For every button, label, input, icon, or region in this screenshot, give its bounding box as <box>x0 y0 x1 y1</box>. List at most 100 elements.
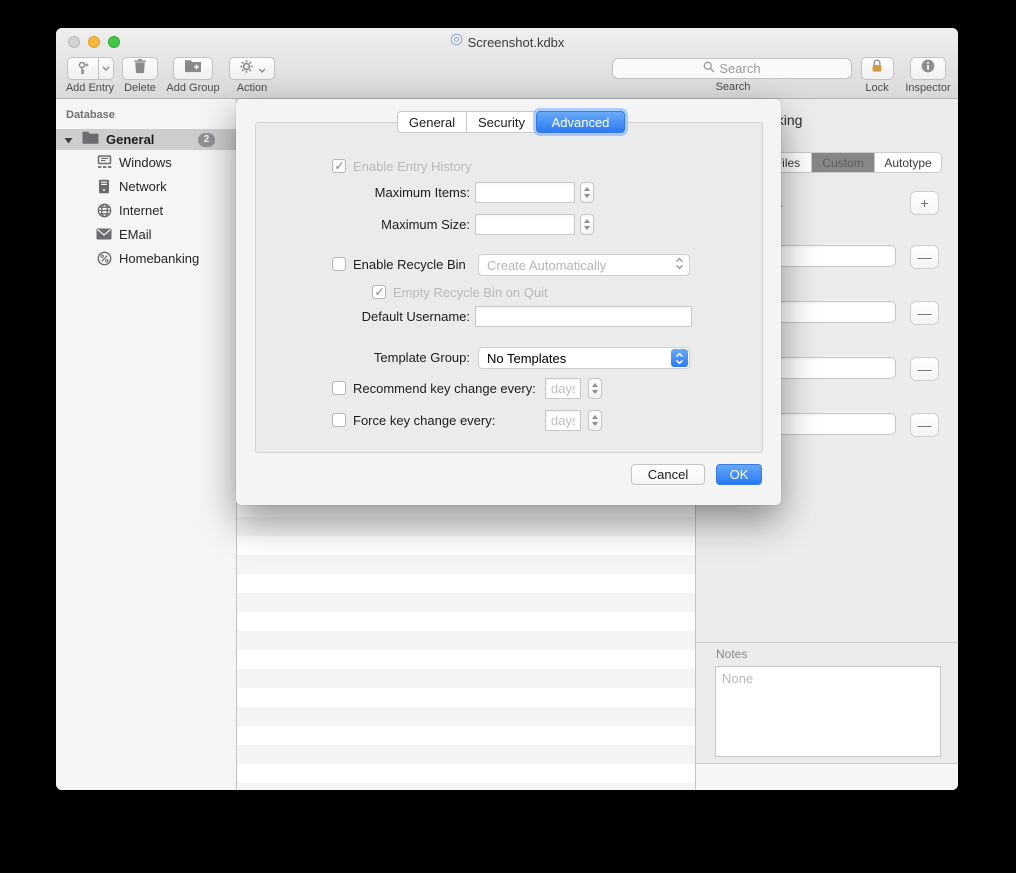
popup-value: No Templates <box>479 351 671 366</box>
tab-advanced[interactable]: Advanced <box>536 111 625 133</box>
add-entry-label: Add Entry <box>66 82 114 94</box>
search-placeholder: Search <box>719 61 760 76</box>
tab-security[interactable]: Security <box>466 111 536 133</box>
maximum-items-stepper[interactable] <box>580 182 594 203</box>
cancel-button[interactable]: Cancel <box>631 464 705 485</box>
force-key-change-checkbox[interactable] <box>332 413 346 427</box>
add-group-label: Add Group <box>166 82 219 94</box>
force-days-input[interactable] <box>545 410 581 431</box>
maximum-size-stepper[interactable] <box>580 214 594 235</box>
inspector-label: Inspector <box>905 82 950 94</box>
template-group-popup[interactable]: No Templates <box>478 347 690 369</box>
inspector-footer <box>696 764 958 790</box>
disclosure-triangle-icon[interactable] <box>64 131 73 149</box>
action-label: Action <box>237 82 268 94</box>
key-plus-icon[interactable] <box>67 57 99 80</box>
sidebar-item-homebanking[interactable]: Homebanking <box>56 246 236 270</box>
action-tool: Action <box>228 57 276 94</box>
recommend-key-change-checkbox[interactable] <box>332 381 346 395</box>
remove-field-button[interactable]: — <box>910 245 939 269</box>
enable-entry-history-checkbox[interactable] <box>332 159 346 173</box>
chevron-down-icon <box>258 60 266 78</box>
gear-icon <box>239 59 254 79</box>
sidebar-item-windows[interactable]: Windows <box>56 150 236 174</box>
delete-tool: Delete <box>120 57 160 94</box>
sidebar-item-network[interactable]: Network <box>56 174 236 198</box>
search-icon <box>703 60 715 78</box>
enable-entry-history-label: Enable Entry History <box>353 159 472 174</box>
windows-icon <box>95 155 113 169</box>
enable-recycle-bin-checkbox[interactable] <box>332 257 346 271</box>
folder-plus-icon <box>184 59 202 78</box>
sidebar-header: Database <box>56 99 236 121</box>
sidebar-item-email[interactable]: EMail <box>56 222 236 246</box>
email-icon <box>95 228 113 240</box>
dialog-tabs: General Security Advanced <box>397 111 625 133</box>
inspector-tool: Inspector <box>902 57 954 94</box>
sidebar-item-general[interactable]: General 2 <box>56 129 236 150</box>
recommend-days-stepper[interactable] <box>588 378 602 399</box>
add-group-button[interactable] <box>173 57 213 80</box>
empty-recycle-bin-label: Empty Recycle Bin on Quit <box>393 285 548 300</box>
template-group-label: Template Group: <box>236 350 470 365</box>
delete-label: Delete <box>124 82 156 94</box>
maximum-items-label: Maximum Items: <box>236 185 470 200</box>
enable-recycle-bin-label: Enable Recycle Bin <box>353 257 466 272</box>
tab-general[interactable]: General <box>397 111 466 133</box>
sidebar-item-label: General <box>106 132 154 147</box>
popup-chevrons-icon <box>671 349 688 367</box>
force-days-stepper[interactable] <box>588 410 602 431</box>
sidebar-item-label: Homebanking <box>119 251 199 266</box>
maximum-items-input[interactable] <box>475 182 575 203</box>
sidebar-item-label: Internet <box>119 203 163 218</box>
action-button[interactable] <box>229 57 275 80</box>
recommend-key-change-label: Recommend key change every: <box>353 381 536 396</box>
popup-value: Create Automatically <box>479 258 675 273</box>
remove-field-button[interactable]: — <box>910 357 939 381</box>
notes-textarea[interactable] <box>715 666 941 757</box>
ok-button[interactable]: OK <box>716 464 762 485</box>
search-label: Search <box>713 81 753 93</box>
sidebar-item-label: EMail <box>119 227 152 242</box>
tab-custom[interactable]: Custom <box>812 153 875 172</box>
trash-icon <box>133 58 147 79</box>
window-title-wrap: Screenshot.kdbx <box>56 28 958 56</box>
tab-autotype[interactable]: Autotype <box>875 153 941 172</box>
inspector-button[interactable] <box>910 57 946 80</box>
empty-recycle-bin-checkbox[interactable] <box>372 285 386 299</box>
delete-button[interactable] <box>122 57 158 80</box>
remove-field-button[interactable]: — <box>910 413 939 437</box>
title-bar: Screenshot.kdbx <box>56 28 958 56</box>
sidebar-item-label: Network <box>119 179 167 194</box>
folder-icon <box>82 131 99 149</box>
lock-label: Lock <box>865 82 888 94</box>
info-icon <box>920 58 936 79</box>
database-settings-dialog: General Security Advanced Enable Entry H… <box>236 99 781 505</box>
lock-tool: Lock <box>860 57 894 94</box>
add-group-tool: Add Group <box>163 57 223 94</box>
maximum-size-input[interactable] <box>475 214 575 235</box>
default-username-input[interactable] <box>475 306 692 327</box>
sidebar: Database General 2 Windows Network Inter… <box>56 99 237 790</box>
sidebar-item-internet[interactable]: Internet <box>56 198 236 222</box>
window-title: Screenshot.kdbx <box>468 35 565 50</box>
popup-chevrons-icon <box>675 257 684 273</box>
divider <box>696 642 958 643</box>
internet-icon <box>95 203 113 218</box>
add-field-button[interactable]: + <box>910 191 939 215</box>
toolbar: Add Entry Delete Add Group Action Search <box>56 56 958 99</box>
search-input[interactable]: Search <box>612 58 852 79</box>
document-icon <box>450 33 463 51</box>
lock-button[interactable] <box>861 57 894 80</box>
add-entry-dropdown[interactable] <box>99 57 114 80</box>
sidebar-item-label: Windows <box>119 155 172 170</box>
notes-label: Notes <box>716 647 747 661</box>
count-badge: 2 <box>198 133 215 147</box>
remove-field-button[interactable]: — <box>910 301 939 325</box>
recycle-bin-mode-popup[interactable]: Create Automatically <box>478 254 690 276</box>
add-entry-button[interactable] <box>67 57 114 80</box>
force-key-change-label: Force key change every: <box>353 413 495 428</box>
maximum-size-label: Maximum Size: <box>236 217 470 232</box>
app-window: Screenshot.kdbx Add Entry Delete Add Gro… <box>56 28 958 790</box>
recommend-days-input[interactable] <box>545 378 581 399</box>
